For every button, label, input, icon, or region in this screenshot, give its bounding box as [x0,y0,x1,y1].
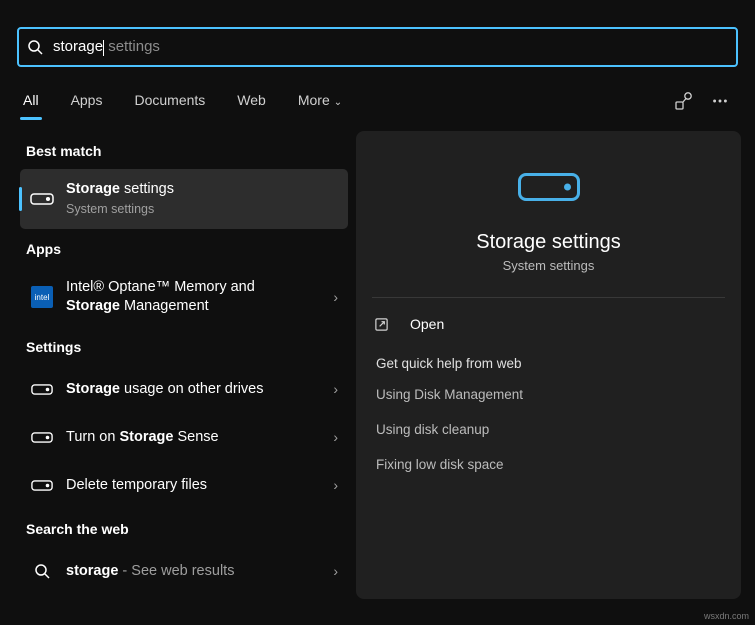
watermark: wsxdn.com [704,611,749,621]
help-link-low-disk-space[interactable]: Fixing low disk space [356,447,741,482]
results-list: Best match Storage settings System setti… [0,131,348,599]
result-web-search[interactable]: storage - See web results › [20,547,348,595]
result-subtitle: System settings [66,201,338,217]
filter-tabs: All Apps Documents Web More ⌄ [17,81,738,121]
tab-apps[interactable]: Apps [65,84,109,118]
storage-icon [28,471,56,499]
detail-subtitle: System settings [503,258,595,273]
chevron-right-icon: › [333,289,338,305]
storage-icon [28,375,56,403]
result-setting-delete-temp[interactable]: Delete temporary files › [20,461,348,509]
detail-title: Storage settings [476,231,621,254]
results-area: Best match Storage settings System setti… [0,131,755,599]
section-settings: Settings [20,327,348,365]
result-best-match[interactable]: Storage settings System settings [20,169,348,229]
optane-icon: intel [28,283,56,311]
line1: Intel® Optane™ Memory and [66,279,255,295]
detail-hero: Storage settings System settings [372,131,725,298]
storage-icon [28,185,56,213]
result-text: Intel® Optane™ Memory and Storage Manage… [66,278,333,316]
open-icon [374,317,392,332]
chevron-right-icon: › [333,477,338,493]
result-setting-usage[interactable]: Storage usage on other drives › [20,365,348,413]
help-link-disk-cleanup[interactable]: Using disk cleanup [356,412,741,447]
section-apps: Apps [20,229,348,267]
section-best-match: Best match [20,131,348,169]
result-app-optane[interactable]: intel Intel® Optane™ Memory and Storage … [20,267,348,327]
org-search-button[interactable] [666,83,702,119]
help-link-disk-management[interactable]: Using Disk Management [356,377,741,412]
tab-all[interactable]: All [17,84,45,118]
help-section-title: Get quick help from web [356,346,741,377]
chevron-right-icon: › [333,381,338,397]
storage-icon [28,423,56,451]
search-icon [27,39,43,55]
more-options-button[interactable] [702,83,738,119]
result-text: Delete temporary files [66,476,333,495]
section-search-web: Search the web [20,509,348,547]
search-typed-text: storage [53,38,103,55]
tab-web[interactable]: Web [231,84,272,118]
result-text: Storage usage on other drives [66,380,333,399]
result-text: storage - See web results [66,562,333,581]
result-text: Turn on Storage Sense [66,428,333,447]
tab-documents[interactable]: Documents [128,84,211,118]
detail-panel: Storage settings System settings Open Ge… [356,131,741,599]
result-setting-sense[interactable]: Turn on Storage Sense › [20,413,348,461]
line2-rest: Management [120,298,209,314]
tab-more[interactable]: More ⌄ [292,84,348,118]
result-text: Storage settings System settings [66,180,338,217]
chevron-down-icon: ⌄ [334,97,342,108]
storage-hero-icon [518,173,580,201]
search-icon [28,557,56,585]
search-suggestion-text: settings [104,38,160,55]
line2-bold: Storage [66,298,120,314]
chevron-right-icon: › [333,429,338,445]
search-input[interactable]: storage settings [53,38,160,55]
action-open-label: Open [410,316,444,332]
result-title-rest: settings [120,181,174,197]
chevron-right-icon: › [333,563,338,579]
tab-more-label: More [298,92,330,108]
action-open[interactable]: Open [356,302,741,346]
result-title-bold: Storage [66,181,120,197]
search-bar[interactable]: storage settings [17,27,738,67]
